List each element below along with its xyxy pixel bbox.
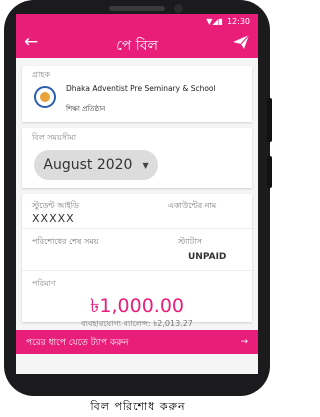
billing-period-card: বিল সময়সীমা August 2020 ▼ — [22, 128, 252, 188]
school-logo — [34, 86, 56, 108]
status-time: 12:30 — [226, 16, 250, 26]
status-bar: ▼◢▮ 12:30 — [16, 14, 258, 28]
dropdown-caret-icon: ▼ — [142, 160, 149, 170]
proceed-button[interactable]: পরের ধাপে যেতে ট্যাপ করুন → — [16, 330, 258, 354]
recipient-label: গ্রাহক — [32, 70, 51, 79]
account-name-label: একাউন্টের নাম — [168, 201, 217, 210]
app-bar: ← পে বিল — [16, 28, 258, 58]
due-date-label: পরিশোধের শেষ সময় — [32, 237, 99, 246]
student-id-value: XXXXX — [32, 212, 75, 225]
recipient-card: গ্রাহক Dhaka Adventist Pre Seminary & Sc… — [22, 66, 252, 122]
power-button — [267, 156, 272, 188]
proceed-label: পরের ধাপে যেতে ট্যাপ করুন — [26, 337, 129, 348]
volume-button — [267, 98, 272, 142]
school-type: শিক্ষা প্রতিষ্ঠান — [66, 105, 106, 113]
phone-camera — [174, 4, 183, 13]
month-dropdown[interactable]: August 2020 ▼ — [34, 150, 158, 180]
status-badge: UNPAID — [188, 252, 227, 262]
amount-label: পরিমাণ — [32, 279, 56, 288]
signal-icon: ▼◢▮ — [206, 16, 223, 26]
send-icon — [232, 34, 250, 54]
app-screen: ▼◢▮ 12:30 ← পে বিল গ্রাহক Dhaka Adventis… — [16, 14, 258, 374]
phone-speaker — [109, 6, 165, 11]
caption: বিল পরিশোধ করুন — [90, 400, 186, 413]
amount-section: পরিমাণ ৳1,000.00 ব্যবহারযোগ্য ব্যালেন্স:… — [22, 278, 252, 328]
school-name: Dhaka Adventist Pre Seminary & School — [66, 84, 216, 93]
bill-details-card: স্টুডেন্ট আইডি একাউন্টের নাম XXXXX পরিশো… — [22, 194, 252, 328]
billing-period-label: বিল সময়সীমা — [32, 133, 77, 142]
page-title: পে বিল — [116, 38, 158, 54]
forward-arrow-icon: → — [240, 337, 248, 347]
selected-month: August 2020 — [43, 157, 133, 173]
phone-frame: ▼◢▮ 12:30 ← পে বিল গ্রাহক Dhaka Adventis… — [4, 0, 270, 396]
status-label: স্ট্যাটাস — [178, 237, 202, 246]
